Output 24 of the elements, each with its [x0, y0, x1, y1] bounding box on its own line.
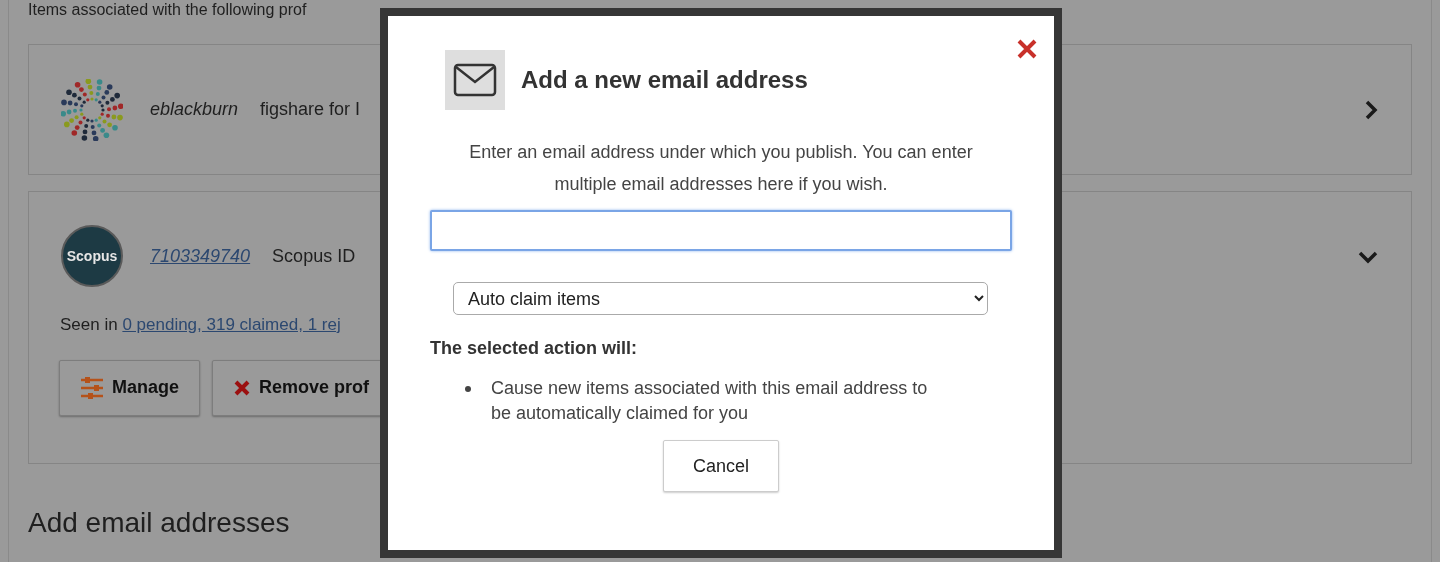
close-icon: [1016, 38, 1038, 60]
email-field[interactable]: [430, 210, 1012, 251]
source-name: figshare for I: [260, 98, 361, 121]
effect-text: Cause new items associated with this email address to be automatically claimed for you: [491, 377, 929, 425]
username: eblackburn: [150, 98, 239, 121]
action-select[interactable]: Auto claim items: [453, 282, 988, 315]
sliders-icon: [80, 375, 104, 400]
envelope-drawing: [453, 63, 497, 97]
action-heading: The selected action will:: [430, 337, 639, 360]
manage-button[interactable]: Manage: [59, 359, 201, 416]
dots-logo-icon: [61, 78, 123, 141]
dialog-title: Add a new email address: [521, 65, 808, 95]
counts-link[interactable]: 0 pending, 319 claimed, 1 rej: [122, 315, 341, 334]
close-button[interactable]: [1016, 38, 1038, 60]
dialog-description: Enter an email address under which you publish. You can enter multiple email addresses here if you wish.: [468, 141, 974, 196]
source-name: Scopus ID: [272, 244, 356, 268]
cross-icon: [233, 378, 252, 397]
chevron-right-icon[interactable]: [1363, 98, 1379, 121]
source-logo: Scopus: [61, 225, 123, 287]
cancel-button[interactable]: Cancel: [663, 440, 779, 492]
section-heading: Add email addresses: [28, 506, 291, 540]
intro-text: Items associated with the following prof: [28, 0, 308, 20]
seen-label: Seen in: [60, 315, 119, 334]
bullet-icon: [465, 386, 471, 392]
